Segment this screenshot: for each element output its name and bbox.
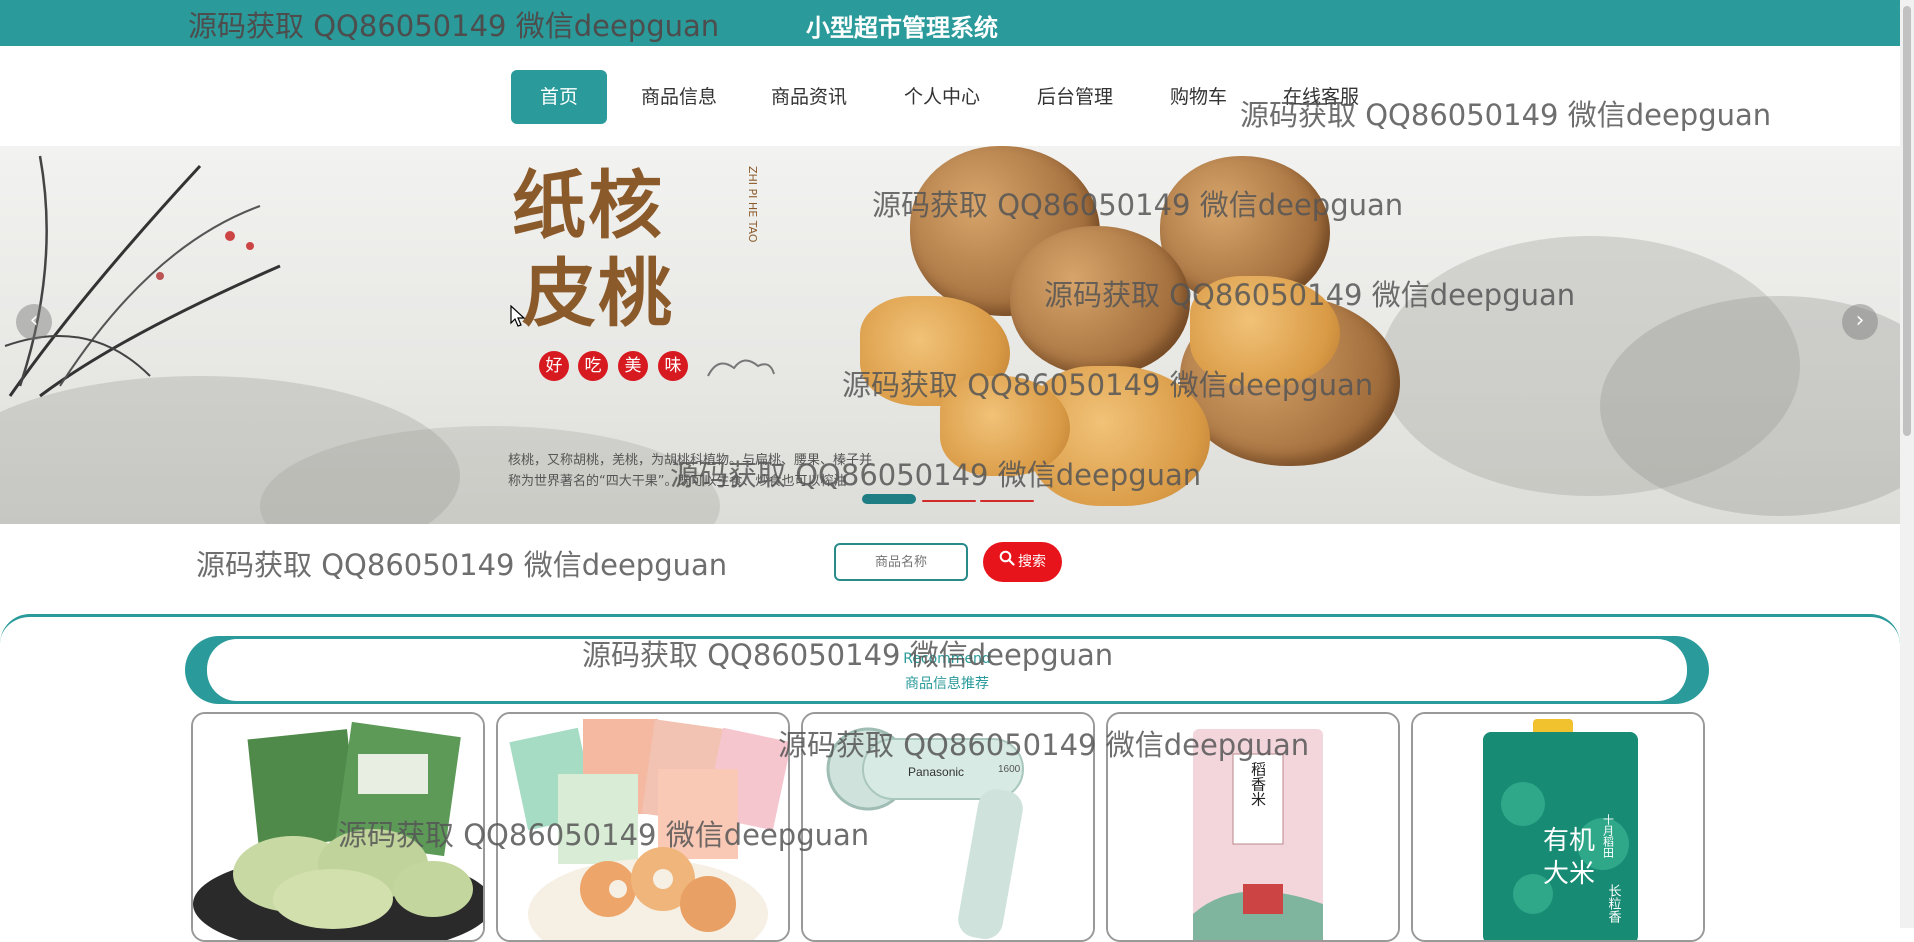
walnut-kernel-image [1190,276,1340,386]
nav-item-product-news[interactable]: 商品资讯 [771,70,847,124]
product-image-hair-dryer: Panasonic 1600 [803,714,1093,940]
carousel-indicator[interactable] [922,500,976,502]
banner-carousel: 纸核 皮桃 ZHI PI HE TAO 好 吃 美 味 核桃，又称胡桃，羌桃，为… [0,146,1900,524]
product-card[interactable]: Panasonic 1600 [801,712,1095,942]
carousel-indicator-active[interactable] [862,494,916,504]
rice-green-side-label-1: 十月稻田 [1602,813,1615,858]
product-card[interactable]: 稻香米 [1106,712,1400,942]
carousel-indicator[interactable] [980,500,1034,502]
banner-tag: 好 [539,351,569,381]
search-icon [999,542,1015,582]
cloud-ornament-icon [707,359,775,377]
site-title: 小型超市管理系统 [806,14,998,42]
rice-green-side-label-2: 长粒香 [1606,884,1622,924]
nav-item-personal-center[interactable]: 个人中心 [904,70,980,124]
orchid-painting [4,155,281,398]
product-card[interactable]: 有机 大米 十月稻田 长粒香 [1411,712,1705,942]
search-input[interactable] [834,543,968,581]
search-area: 搜索 [0,524,1900,614]
banner-description-line: 称为世界著名的“四大干果”。既可以生食、炒食也可以榨油 [508,474,847,489]
carousel-prev-button[interactable]: ‹ [16,304,52,340]
rice-green-label-2: 大米 [1543,859,1595,889]
rice-green-label-1: 有机 [1543,826,1595,856]
product-image-rice-pink: 稻香米 [1108,714,1398,940]
page-scrollbar[interactable] [1900,0,1914,928]
product-card[interactable] [191,712,485,942]
recommend-title-inner: Recommend 商品信息推荐 [207,639,1687,701]
banner-description: 核桃，又称胡桃，羌桃，为胡桃科植物。与扁桃、腰果、榛子并 称为世界著名的“四大干… [508,450,872,492]
banner-brand-text-bottom: 皮桃 [522,251,674,337]
recommend-title-bar: Recommend 商品信息推荐 [185,636,1709,704]
nav-item-cart[interactable]: 购物车 [1170,70,1227,124]
main-nav: 首页 商品信息 商品资讯 个人中心 后台管理 购物车 在线客服 [0,46,1900,146]
rice-label: 稻香米 [1249,762,1267,807]
banner-tag: 味 [658,351,688,381]
top-header-bar: 源码获取 QQ86050149 微信deepguan 小型超市管理系统 [0,0,1900,46]
product-image-mooncake [193,714,483,940]
walnut-image [1010,226,1190,376]
watermark-text: 源码获取 QQ86050149 微信deepguan [188,9,720,43]
product-card[interactable] [496,712,790,942]
scrollbar-thumb[interactable] [1903,6,1911,436]
carousel-next-button[interactable]: › [1842,304,1878,340]
product-image-snacks [498,714,788,940]
walnut-kernel-image [940,376,1070,476]
banner-description-line: 核桃，又称胡桃，羌桃，为胡桃科植物。与扁桃、腰果、榛子并 [508,453,873,468]
nav-item-product-info[interactable]: 商品信息 [641,70,717,124]
nav-item-admin[interactable]: 后台管理 [1037,70,1113,124]
banner-tag: 吃 [578,351,608,381]
search-button[interactable]: 搜索 [983,542,1062,582]
recommend-title-cn: 商品信息推荐 [905,676,989,692]
nav-item-home[interactable]: 首页 [511,70,607,124]
banner-pinyin: ZHI PI HE TAO [746,166,759,243]
dryer-brand-label: Panasonic [908,765,964,779]
mouse-cursor-icon [510,305,526,327]
dryer-model-label: 1600 [998,764,1021,775]
recommend-title-en: Recommend [903,651,991,667]
nav-item-online-service[interactable]: 在线客服 [1283,70,1359,124]
product-image-rice-green: 有机 大米 十月稻田 长粒香 [1413,714,1703,940]
banner-tag: 美 [618,351,648,381]
search-button-label: 搜索 [1018,554,1046,570]
